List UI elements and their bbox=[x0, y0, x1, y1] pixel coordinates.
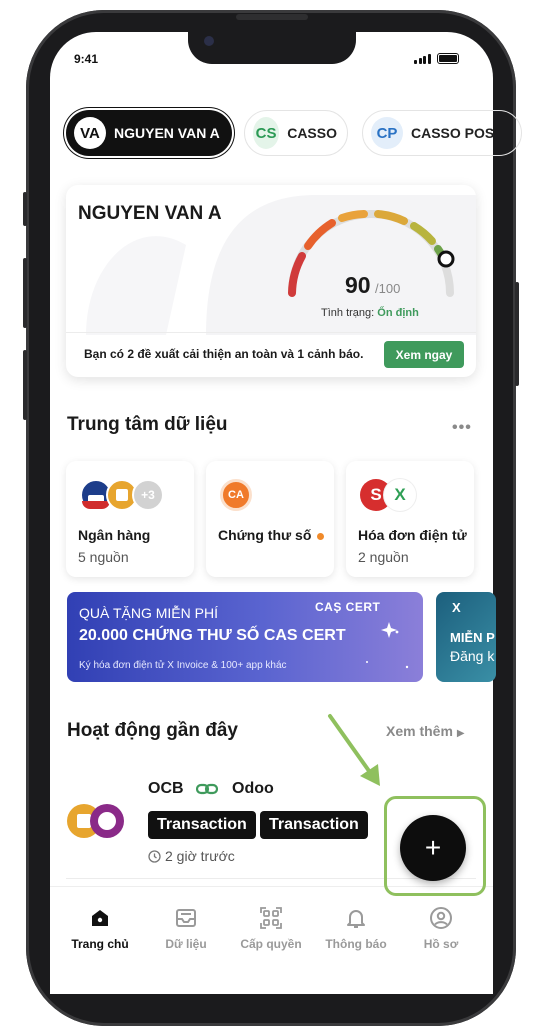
home-icon bbox=[60, 905, 140, 931]
data-card-invoice[interactable]: S X Hóa đơn điện tử 2 nguồn bbox=[346, 461, 474, 577]
account-chip-nguyen-van-a[interactable]: VA NGUYEN VAN A bbox=[66, 110, 232, 156]
data-card-subtitle: 2 nguồn bbox=[358, 549, 409, 565]
cas-cert-logo: CAS CERT bbox=[315, 600, 381, 614]
data-center-title: Trung tâm dữ liệu bbox=[67, 414, 228, 435]
account-chip-casso[interactable]: CS CASSO bbox=[244, 110, 348, 156]
volume-down-button bbox=[23, 350, 27, 420]
view-now-button[interactable]: Xem ngay bbox=[384, 341, 464, 368]
tab-permissions[interactable]: Cấp quyền bbox=[231, 905, 311, 951]
security-score-card[interactable]: NGUYEN VAN A 90 /100 Tình trạng: Ổn định… bbox=[66, 185, 476, 377]
gauge-indicator bbox=[437, 250, 455, 268]
status-line: Tình trạng: Ổn định bbox=[321, 307, 419, 319]
more-banks-badge: +3 bbox=[132, 479, 164, 511]
certificate-icon: CA bbox=[220, 479, 252, 511]
front-camera bbox=[204, 36, 214, 46]
data-card-title: Hóa đơn điện tử bbox=[358, 527, 467, 543]
odoo-logo-icon bbox=[90, 804, 124, 838]
battery-icon bbox=[436, 53, 459, 64]
score-gauge bbox=[288, 210, 455, 297]
grid-scan-icon bbox=[231, 905, 311, 931]
status-value: Ổn định bbox=[377, 307, 419, 319]
tab-data[interactable]: Dữ liệu bbox=[146, 905, 226, 951]
card-divider bbox=[66, 332, 476, 333]
transaction-tag: Transaction bbox=[260, 811, 368, 839]
avatar: CS bbox=[253, 117, 280, 149]
card-account-name: NGUYEN VAN A bbox=[78, 203, 222, 224]
more-dots-icon[interactable]: ••• bbox=[452, 419, 472, 437]
avatar: VA bbox=[74, 117, 106, 149]
banner-line-2: Đăng k bbox=[450, 648, 495, 664]
signal-icon bbox=[414, 53, 431, 64]
profile-icon bbox=[401, 905, 481, 931]
data-card-certificate[interactable]: CA Chứng thư số bbox=[206, 461, 334, 577]
banner-line-3: Ký hóa đơn điện tử X Invoice & 100+ app … bbox=[79, 660, 287, 671]
add-button[interactable]: + bbox=[400, 815, 466, 881]
banner-line-1: QUÀ TẶNG MIỄN PHÍ bbox=[79, 605, 218, 621]
bottom-tab-bar: Trang chủ Dữ liệu Cấp quyền Thông báo Hồ… bbox=[50, 886, 493, 994]
promo-banner-xinvoice[interactable]: X MIỄN P Đăng k bbox=[436, 592, 496, 682]
bell-icon bbox=[316, 905, 396, 931]
speaker bbox=[236, 14, 308, 20]
xinvoice-logo: X bbox=[452, 600, 461, 615]
activity-target: Odoo bbox=[232, 780, 274, 797]
activity-time: 2 giờ trước bbox=[148, 848, 235, 864]
data-card-subtitle: 5 nguồn bbox=[78, 549, 129, 565]
data-card-title: Chứng thư số bbox=[218, 527, 325, 543]
tab-profile[interactable]: Hồ sơ bbox=[401, 905, 481, 951]
tab-notifications[interactable]: Thông báo bbox=[316, 905, 396, 951]
account-name: CASSO POS bbox=[411, 125, 495, 141]
see-more-link[interactable]: Xem thêm ▶ bbox=[386, 723, 465, 739]
score-value: 90 bbox=[345, 272, 371, 298]
chevron-right-icon: ▶ bbox=[456, 728, 465, 739]
tab-home[interactable]: Trang chủ bbox=[60, 905, 140, 951]
xinvoice-icon: X bbox=[384, 479, 416, 511]
account-name: CASSO bbox=[287, 125, 337, 141]
banner-line-2: 20.000 CHỨNG THƯ SỐ CAS CERT bbox=[79, 627, 346, 644]
card-message: Bạn có 2 đề xuất cải thiện an toàn và 1 … bbox=[84, 347, 364, 361]
status-label: Tình trạng: bbox=[321, 307, 378, 319]
banner-line-1: MIỄN P bbox=[450, 630, 495, 645]
recent-activity-title: Hoạt động gần đây bbox=[67, 720, 238, 741]
promo-banner-cas-cert[interactable]: CAS CERT QUÀ TẶNG MIỄN PHÍ 20.000 CHỨNG … bbox=[67, 592, 423, 682]
score-max: /100 bbox=[375, 281, 401, 296]
data-card-bank[interactable]: +3 Ngân hàng 5 nguồn bbox=[66, 461, 194, 577]
account-name: NGUYEN VAN A bbox=[114, 125, 220, 141]
link-icon bbox=[196, 783, 218, 795]
transaction-tag: Transaction bbox=[148, 811, 256, 839]
status-time: 9:41 bbox=[74, 52, 99, 66]
data-card-title: Ngân hàng bbox=[78, 527, 151, 543]
inbox-icon bbox=[146, 905, 226, 931]
alert-dot bbox=[317, 532, 325, 540]
clock-icon bbox=[148, 849, 161, 863]
account-chip-casso-pos[interactable]: CP CASSO POS bbox=[362, 110, 522, 156]
volume-up-button bbox=[23, 258, 27, 328]
power-button bbox=[515, 282, 519, 386]
activity-source: OCB bbox=[148, 780, 184, 797]
annotation-arrow bbox=[328, 714, 380, 786]
avatar: CP bbox=[371, 117, 403, 149]
mute-switch bbox=[23, 192, 27, 226]
status-icons bbox=[414, 53, 459, 64]
